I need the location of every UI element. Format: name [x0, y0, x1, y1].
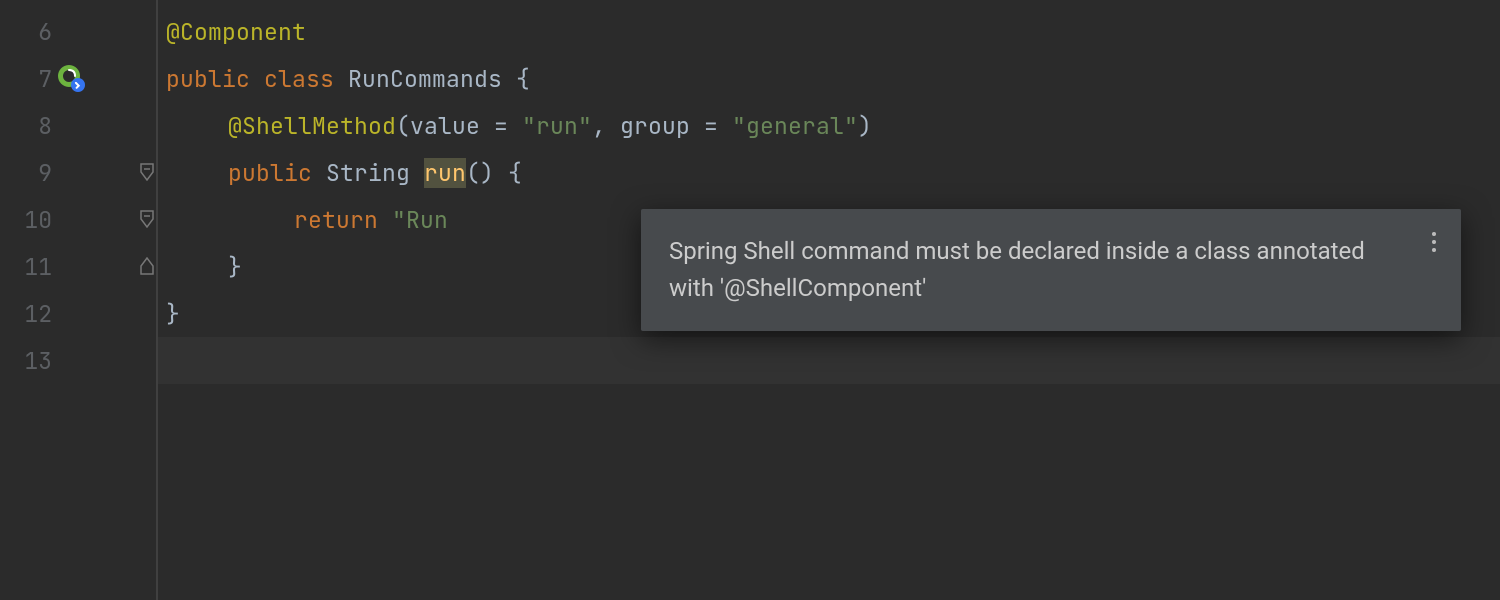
line-number: 6: [0, 17, 52, 47]
tooltip-more-actions-button[interactable]: [1419, 227, 1449, 257]
gutter-row: 12: [0, 290, 156, 337]
method-token-highlighted: run: [424, 158, 466, 188]
string-token: "Run: [392, 205, 448, 235]
fold-handle-icon[interactable]: [140, 210, 154, 228]
paren-token: ): [858, 111, 872, 141]
annotation-token: @ShellMethod: [228, 111, 396, 141]
line-number: 9: [0, 158, 52, 188]
signature-token: () {: [466, 158, 522, 188]
code-line[interactable]: @Component: [158, 8, 1500, 55]
paren-token: (: [396, 111, 410, 141]
line-number: 12: [0, 299, 52, 329]
line-number: 10: [0, 205, 52, 235]
attr-token: value: [410, 111, 480, 141]
classname-token: RunCommands: [348, 64, 502, 94]
gutter: 6 7 8 9 10: [0, 0, 158, 600]
line-number: 8: [0, 111, 52, 141]
gutter-row: 10: [0, 196, 156, 243]
keyword-token: public: [228, 158, 312, 188]
gutter-row: 6: [0, 8, 156, 55]
gutter-row: 8: [0, 102, 156, 149]
spring-bean-icon[interactable]: [56, 63, 86, 93]
inspection-message: Spring Shell command must be declared in…: [669, 237, 1365, 302]
code-line[interactable]: public String run () {: [158, 149, 1500, 196]
attr-token: group: [620, 111, 690, 141]
keyword-token: public: [166, 64, 250, 94]
gutter-row: 9: [0, 149, 156, 196]
fold-handle-icon[interactable]: [140, 163, 154, 181]
brace-token: {: [502, 64, 530, 94]
gutter-row: 13: [0, 337, 156, 384]
code-line[interactable]: @ShellMethod ( value = "run" , group = "…: [158, 102, 1500, 149]
brace-token: }: [228, 252, 242, 282]
code-editor[interactable]: 6 7 8 9 10: [0, 0, 1500, 600]
line-number: 11: [0, 252, 52, 282]
annotation-token: @Component: [166, 17, 306, 47]
code-area[interactable]: @Component public class RunCommands { @S…: [158, 0, 1500, 600]
keyword-token: class: [264, 64, 334, 94]
line-number: 7: [0, 64, 52, 94]
gutter-row: 7: [0, 55, 156, 102]
gutter-row: 11: [0, 243, 156, 290]
string-token: "run": [522, 111, 592, 141]
string-token: "general": [732, 111, 858, 141]
code-line[interactable]: public class RunCommands {: [158, 55, 1500, 102]
more-vert-icon: [1432, 232, 1436, 236]
brace-token: }: [166, 299, 180, 329]
type-token: String: [326, 158, 410, 188]
keyword-token: return: [294, 205, 378, 235]
line-number: 13: [0, 346, 52, 376]
code-line-current[interactable]: [158, 337, 1500, 384]
inspection-tooltip: Spring Shell command must be declared in…: [641, 209, 1461, 331]
fold-end-icon[interactable]: [140, 257, 154, 275]
